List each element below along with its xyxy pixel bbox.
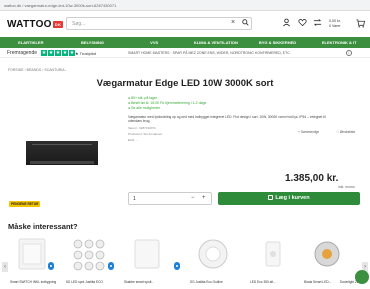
product-card-name: 5G LED spot Justitia ECO [66,280,103,284]
nav-item-elektronik[interactable]: ELEKTRONIK & IT [308,37,370,48]
star-icon: ★ [48,50,54,56]
trustpilot-logo[interactable]: ★ Trustpilot [75,51,96,56]
nav-item-klima[interactable]: KLIMA & VENTILATION [185,37,247,48]
cart-count: 0 Varer [329,23,341,28]
dimmer-image [265,241,281,267]
product-card[interactable]: ʙ Smart SWITCH INKL indbygning lys [10,236,56,289]
breadcrumb[interactable]: FORSIDE › BRANDS › SCANTURIA... [8,68,68,72]
bluetooth-icon: ʙ [108,262,114,270]
quantity-value[interactable]: 1 [133,196,136,202]
delivery-options-link[interactable]: Se alle muligheder [128,106,360,111]
info-icon[interactable]: i [346,50,352,56]
plus-icon[interactable]: + [202,195,206,201]
recommendations-title: Måske interessant? [8,222,78,231]
nav-item-byg[interactable]: BYG & SIKKERHED [247,37,309,48]
logo-badge: DK [52,20,64,28]
switch-image [18,238,46,270]
bluetooth-icon: ʙ [174,262,180,270]
browser-url-bar[interactable]: wattoo.dk / vaegarmatur-edge-led-10w-300… [0,0,370,11]
cart-icon[interactable] [356,19,365,28]
money-back-badge: PENGENE RETUR [9,201,41,207]
promo-text: SMART HOME MASTERS · SPAR PÅ MEZ ZONE EN… [128,51,291,55]
site-logo[interactable]: WATTOO DK [7,19,64,30]
product-card[interactable]: ʙ Skabbe smart spotl... [124,236,180,289]
product-description: Vægarmatur med lysfordeling op og ned me… [128,115,326,124]
star-icon: ★ [41,50,47,56]
page-title: Vægarmatur Edge LED 10W 3000K sort [96,78,274,89]
promo-bar: Fremragende ★ ★ ★ ★ ★ ★ Trustpilot SMART HOM… [0,48,370,58]
close-icon[interactable]: × [231,19,235,26]
nav-item-vvs[interactable]: VVS [123,37,185,48]
product-image[interactable] [22,101,98,207]
product-card-name: LED Eco 350 alt... [250,280,276,284]
bag-icon [268,194,274,200]
trustpilot-stars: ★ ★ ★ ★ ★ [41,50,75,56]
carousel-prev-button[interactable]: ‹ [2,262,8,272]
spots-image [73,239,105,271]
wall-lamp-image [26,141,98,165]
compare-link[interactable]: + Sammenlign [298,130,319,134]
product-ean: EAN: ... [128,137,139,142]
product-sku: Varenr.: 6287430071 [128,125,156,130]
nav-item-belysning[interactable]: BELYSNING [62,37,124,48]
cart-summary[interactable]: 0,00 kr. 0 Varer [329,19,341,28]
product-card-name: SG Justitia Eco Outline [190,280,223,284]
main-nav: ELARTIKLER BELYSNING VVS KLIMA & VENTILA… [0,37,370,48]
user-icon[interactable] [282,18,291,27]
downlight-image [198,239,228,269]
trustpilot-rating-label: Fremragende [7,50,38,56]
add-to-cart-button[interactable]: Læg i kurven [218,192,360,205]
bluetooth-icon: ʙ [48,262,54,270]
product-info: 80+ stk. på lager Bestil før kl. 15:00 F… [128,96,360,142]
site-header: WATTOO DK Søg... × 0,00 kr. 0 Varer [0,11,370,37]
cart-total: 0,00 kr. [329,19,341,23]
product-card-name: Skabbe smart spotl... [124,280,154,284]
wishlist-link[interactable]: ♡ Ønskeliste [336,130,355,134]
product-card[interactable]: LED Eco 350 alt... [250,236,296,289]
product-card[interactable]: SG Justitia Eco Outline [190,236,236,289]
smart-switch-image [134,239,160,269]
product-card[interactable]: ʙ 5G LED spot Justitia ECO [66,236,114,289]
star-icon: ★ [55,50,61,56]
price-vat-note: inkl. moms [338,185,355,189]
product-price: 1.385,00 kr. [285,173,339,184]
compare-icon[interactable] [313,18,322,27]
star-icon: ★ [62,50,68,56]
quantity-stepper[interactable]: 1 − + [128,192,212,205]
chat-icon[interactable] [355,270,369,284]
search-input[interactable]: Søg... [66,17,252,30]
search-icon[interactable] [242,19,249,26]
heart-icon[interactable] [298,18,307,27]
minus-icon[interactable]: − [191,195,195,201]
product-card-name: Smart SWITCH INKL indbygning lys [10,280,56,284]
nav-item-elartikler[interactable]: ELARTIKLER [0,37,62,48]
product-manufacturer: Producent: SG Armaturen [128,131,163,136]
